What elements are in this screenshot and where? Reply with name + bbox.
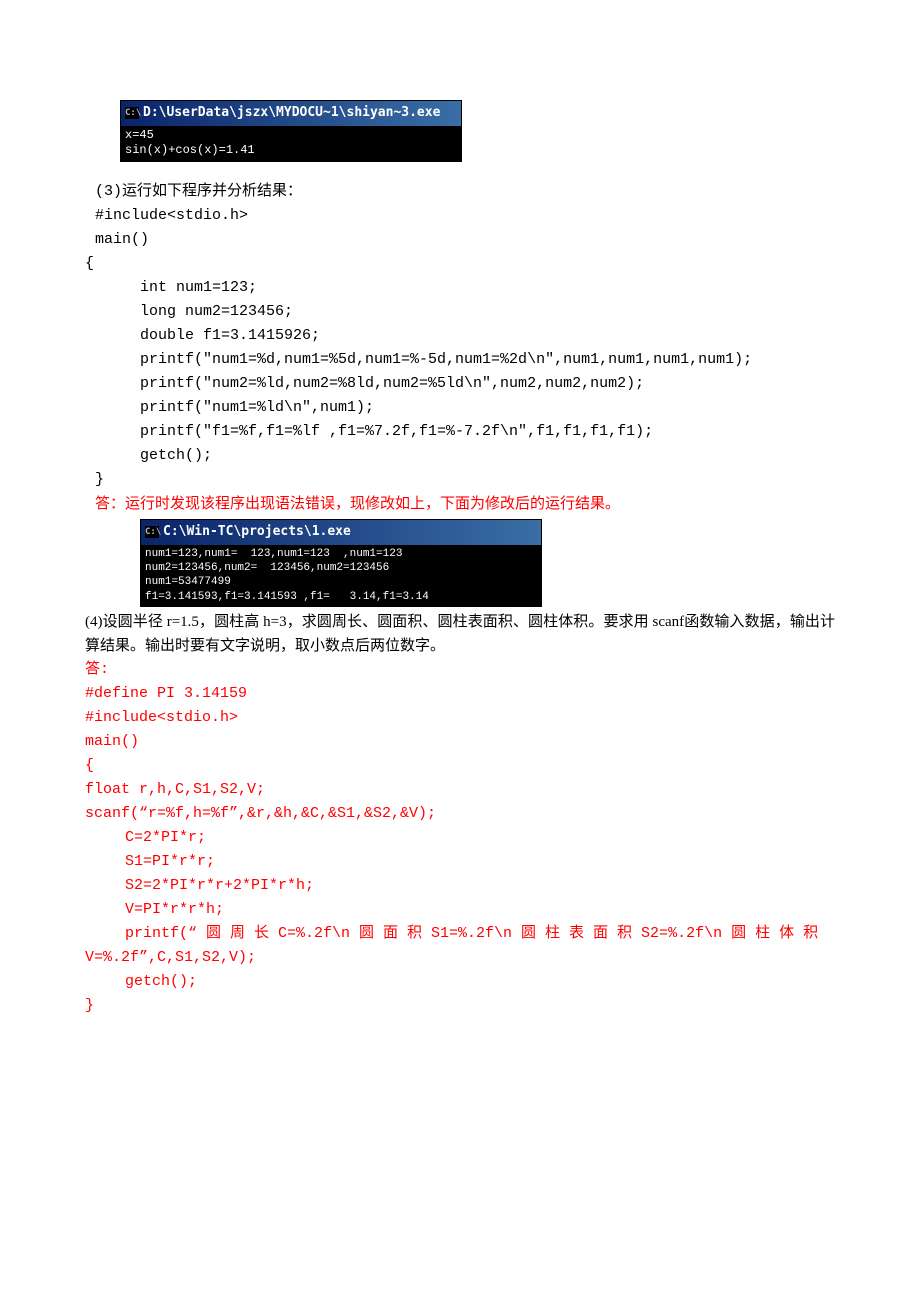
code-line: printf("num2=%ld,num2=%8ld,num2=%5ld\n",… — [85, 372, 835, 396]
code-line: S1=PI*r*r; — [85, 850, 835, 874]
code-line: float r,h,C,S1,S2,V; — [85, 778, 835, 802]
code-line: double f1=3.1415926; — [85, 324, 835, 348]
console-titlebar-1: C:\ D:\UserData\jszx\MYDOCU~1\shiyan~3.e… — [121, 101, 461, 126]
code-line: } — [85, 994, 835, 1018]
code-line: printf("f1=%f,f1=%lf ,f1=%7.2f,f1=%-7.2f… — [85, 420, 835, 444]
console-title-text-2: C:\Win-TC\projects\1.exe — [163, 522, 351, 543]
code-line: S2=2*PI*r*r+2*PI*r*h; — [85, 874, 835, 898]
code-line: #include<stdio.h> — [85, 706, 835, 730]
console-window-1: C:\ D:\UserData\jszx\MYDOCU~1\shiyan~3.e… — [120, 100, 462, 162]
console-title-text-1: D:\UserData\jszx\MYDOCU~1\shiyan~3.exe — [143, 103, 440, 124]
code-line: int num1=123; — [85, 276, 835, 300]
section3-answer: 答：运行时发现该程序出现语法错误，现修改如上，下面为修改后的运行结果。 — [85, 492, 835, 516]
document-page: C:\ D:\UserData\jszx\MYDOCU~1\shiyan~3.e… — [0, 0, 920, 1302]
code-line: long num2=123456; — [85, 300, 835, 324]
code-line: V=%.2f”,C,S1,S2,V); — [85, 946, 835, 970]
code-line: printf("num1=%ld\n",num1); — [85, 396, 835, 420]
section4-answer-label: 答: — [85, 658, 835, 682]
code-line: } — [85, 468, 835, 492]
console-titlebar-2: C:\ C:\Win-TC\projects\1.exe — [141, 520, 541, 545]
cmd-icon: C:\ — [145, 526, 159, 538]
code-line: C=2*PI*r; — [85, 826, 835, 850]
code-line: getch(); — [85, 970, 835, 994]
code-line: main() — [85, 730, 835, 754]
code-line: scanf(“r=%f,h=%f”,&r,&h,&C,&S1,&S2,&V); — [85, 802, 835, 826]
console-output-2: num1=123,num1= 123,num1=123 ,num1=123 nu… — [141, 545, 541, 606]
code-line: printf("num1=%d,num1=%5d,num1=%-5d,num1=… — [85, 348, 835, 372]
code-line: printf(“ 圆 周 长 C=%.2f\n 圆 面 积 S1=%.2f\n … — [85, 922, 835, 946]
section3-title: (3)运行如下程序并分析结果： — [85, 180, 835, 204]
code-line: main() — [85, 228, 835, 252]
code-line: #define PI 3.14159 — [85, 682, 835, 706]
cmd-icon: C:\ — [125, 107, 139, 119]
code-line: { — [85, 252, 835, 276]
console-window-2: C:\ C:\Win-TC\projects\1.exe num1=123,nu… — [140, 519, 542, 607]
code-line: V=PI*r*r*h; — [85, 898, 835, 922]
code-line: getch(); — [85, 444, 835, 468]
console-output-1: x=45 sin(x)+cos(x)=1.41 — [121, 126, 461, 161]
code-line: { — [85, 754, 835, 778]
code-line: #include<stdio.h> — [85, 204, 835, 228]
section4-title: (4)设圆半径 r=1.5，圆柱高 h=3，求圆周长、圆面积、圆柱表面积、圆柱体… — [85, 610, 835, 658]
